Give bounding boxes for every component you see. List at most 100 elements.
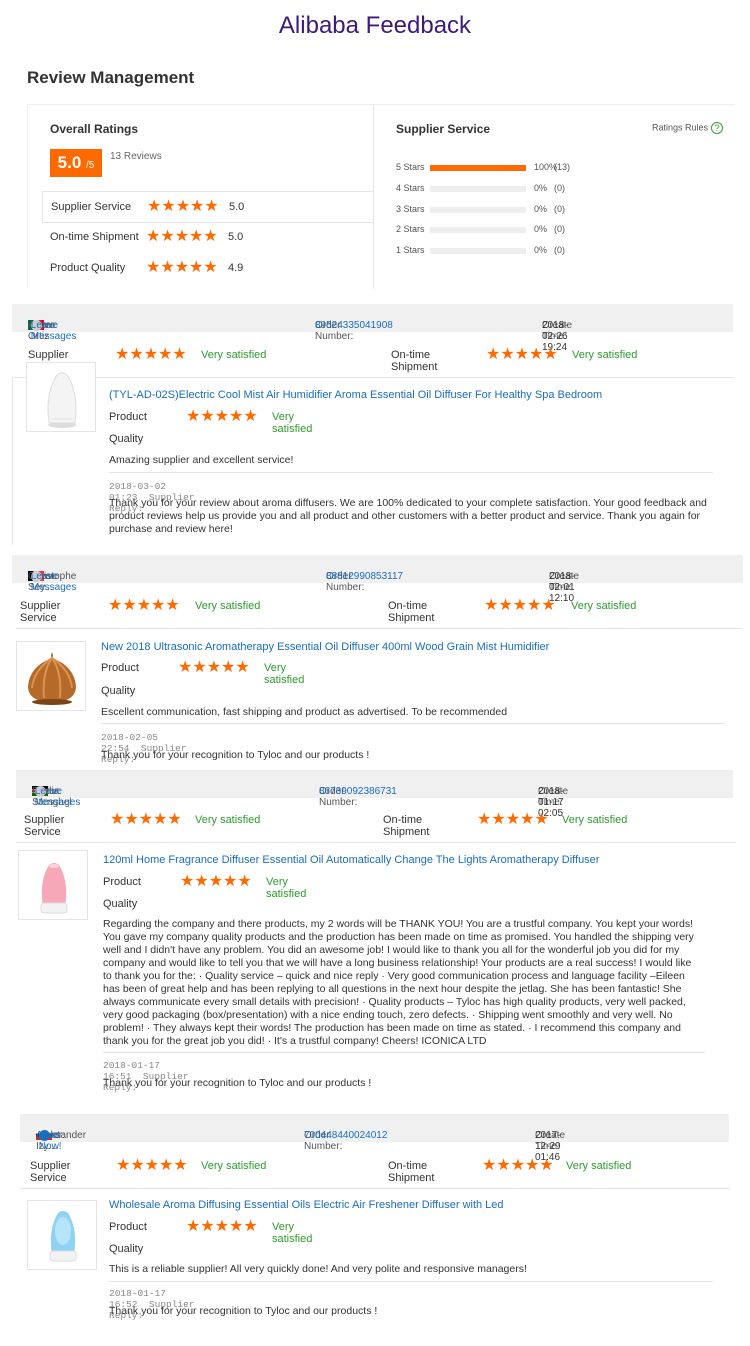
buyer-comment: Escellent communication, fast shipping a… <box>101 706 508 718</box>
product-label: Product <box>109 411 147 423</box>
star-level-label: 2 Stars <box>396 224 425 234</box>
overall-score-badge: 5.0 /5 <box>50 149 102 177</box>
order-number-link[interactable]: 86739092386731 <box>319 786 397 797</box>
sub-rating-supplier-service: Supplier Service ★★★★★ 5.0 <box>42 191 374 223</box>
sub-rating-label: Supplier Service <box>51 201 132 213</box>
divider <box>16 628 742 629</box>
satisfaction-text: Very satisfied <box>566 1160 632 1172</box>
rating-stars: ★★★★★ <box>186 1218 258 1235</box>
buyer-info: Buyer: Aleksander Izy... Chat Now! <box>36 1122 86 1152</box>
product-thumbnail[interactable] <box>16 641 86 711</box>
score-suffix: /5 <box>86 160 95 171</box>
star-level-label: 4 Stars <box>396 183 425 193</box>
satisfaction-text: Very satisfied <box>201 349 267 361</box>
leave-messages-link[interactable]: Leave Messages <box>31 571 77 593</box>
rating-stars: ★★★★★ <box>486 346 558 363</box>
reply-divider <box>101 723 725 724</box>
satisfaction-text: Very satisfied <box>264 662 305 686</box>
help-icon[interactable]: ? <box>711 122 724 134</box>
distribution-row: 2 Stars 0% (0) <box>396 223 726 237</box>
rating-stars: ★★★★★ <box>146 228 218 245</box>
distribution-count: (0) <box>554 183 565 193</box>
satisfaction-text: Very satisfied <box>272 411 313 435</box>
buyer-comment: Amazing supplier and excellent service! <box>109 454 294 466</box>
supplier-service-rating: Supplier Service ★★★★★ Very satisfied <box>20 598 260 625</box>
supplier-service-label: Supplier Service <box>20 600 61 624</box>
supplier-service-label: Supplier Service <box>30 1160 71 1184</box>
product-title-link[interactable]: (TYL-AD-02S)Electric Cool Mist Air Humid… <box>109 389 709 401</box>
satisfaction-text: Very satisfied <box>572 349 638 361</box>
supplier-reply: Thank you for your review about aroma di… <box>109 497 707 535</box>
sub-rating-on-time-shipment: On-time Shipment ★★★★★ 5.0 <box>42 222 374 254</box>
page-title: Alibaba Feedback <box>278 12 472 39</box>
on-time-shipment-label: On-time Shipment <box>391 349 438 373</box>
rating-stars: ★★★★★ <box>477 811 549 828</box>
supplier-service-heading: Supplier Service <box>396 122 491 136</box>
product-title-link[interactable]: 120ml Home Fragrance Diffuser Essential … <box>103 854 701 866</box>
review-header: Buyer: Aleksander Izy... Chat Now!Order … <box>20 1114 729 1163</box>
on-time-shipment-rating: On-time Shipment ★★★★★ Very satisfied <box>388 1158 631 1185</box>
ratings-rules-link[interactable]: Ratings Rules? <box>652 122 724 134</box>
star-level-label: 1 Stars <box>396 245 425 255</box>
product-thumbnail[interactable] <box>18 850 88 920</box>
supplier-reply: Thank you for your recognition to Tyloc … <box>109 1305 378 1317</box>
overall-ratings-panel: Overall Ratings 5.0 /5 13 Reviews Suppli… <box>28 105 374 289</box>
star-level-label: 5 Stars <box>396 162 425 172</box>
satisfaction-text: Very satisfied <box>195 600 261 612</box>
order-number-link[interactable]: 700448440024012 <box>304 1130 387 1141</box>
rating-stars: ★★★★★ <box>484 597 556 614</box>
supplier-service-label: Supplier Service <box>24 814 65 838</box>
product-thumbnail[interactable] <box>26 362 96 432</box>
sub-rating-label: Product Quality <box>50 262 126 274</box>
distribution-percent: 0% <box>534 183 548 193</box>
satisfaction-text: Very satisfied <box>562 814 628 826</box>
satisfaction-text: Very satisfied <box>201 1160 267 1172</box>
product-title-link[interactable]: Wholesale Aroma Diffusing Essential Oils… <box>109 1199 709 1211</box>
order-number-link[interactable]: 89524335041908 <box>315 320 393 331</box>
sub-rating-value: 5.0 <box>228 231 244 243</box>
on-time-shipment-rating: On-time Shipment ★★★★★ Very satisfied <box>383 812 627 839</box>
product-title-link[interactable]: New 2018 Ultrasonic Aromatherapy Essenti… <box>101 641 721 653</box>
distribution-percent: 0% <box>534 224 548 234</box>
distribution-bar <box>430 227 526 233</box>
leave-messages-link[interactable]: Leave Messages <box>31 320 77 342</box>
distribution-count: (0) <box>554 224 565 234</box>
reviews-count: 13 Reviews <box>110 151 162 162</box>
leave-messages-link[interactable]: Leave Messages <box>35 786 81 808</box>
reply-divider <box>109 472 713 473</box>
supplier-service-rating: Supplier Service ★★★★★ Very satisfied <box>30 1158 266 1185</box>
satisfaction-text: Very satisfied <box>266 876 307 900</box>
quality-label: Quality <box>109 433 144 445</box>
distribution-bar <box>430 207 526 213</box>
review-header: Buyer: Christophe Sey... Leave MessagesO… <box>12 555 743 604</box>
overall-score: 5.0 <box>57 153 82 172</box>
distribution-row: 5 Stars 100% (13) <box>396 161 726 175</box>
rating-stars: ★★★★★ <box>178 659 250 676</box>
reply-divider <box>103 1052 705 1053</box>
on-time-shipment-label: On-time Shipment <box>383 814 430 838</box>
card-border <box>12 377 13 545</box>
rating-stars: ★★★★★ <box>116 1157 188 1174</box>
distribution-count: (0) <box>554 245 565 255</box>
chat-now-link[interactable]: Chat Now! <box>39 1130 62 1152</box>
distribution-bar <box>430 165 526 171</box>
sub-rating-value: 4.9 <box>228 262 244 274</box>
buyer-info: Buyer: Emilia Stenghel Leave Messages <box>32 778 80 808</box>
order-number-link[interactable]: 88812990853117 <box>326 571 403 582</box>
sub-rating-product-quality: Product Quality ★★★★★ 4.9 <box>42 253 374 285</box>
rating-stars: ★★★★★ <box>146 259 218 276</box>
product-thumbnail[interactable] <box>27 1200 97 1270</box>
on-time-shipment-label: On-time Shipment <box>388 600 435 624</box>
ratings-rules-label: Ratings Rules <box>652 122 709 133</box>
on-time-shipment-label: On-time Shipment <box>388 1160 435 1184</box>
quality-label: Quality <box>109 1243 144 1255</box>
supplier-reply: Thank you for your recognition to Tyloc … <box>101 749 370 761</box>
ratings-summary: Overall Ratings 5.0 /5 13 Reviews Suppli… <box>27 104 735 289</box>
review-header: Buyer: Emilia Stenghel Leave MessagesOrd… <box>16 770 733 819</box>
product-label: Product <box>103 876 141 888</box>
on-time-shipment-rating: On-time Shipment ★★★★★ Very satisfied <box>388 598 636 625</box>
satisfaction-text: Very satisfied <box>195 814 261 826</box>
supplier-reply: Thank you for your recognition to Tyloc … <box>103 1077 372 1089</box>
distribution-percent: 0% <box>534 204 548 214</box>
product-label: Product <box>109 1221 147 1233</box>
